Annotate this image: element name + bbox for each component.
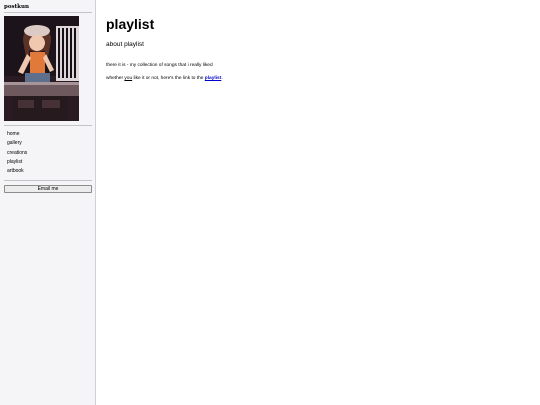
nav-item-artbook[interactable]: artbook [7, 167, 27, 176]
text-middle: like it or not, here's the link to the [132, 76, 205, 81]
nav-item-gallery[interactable]: gallery [7, 139, 27, 148]
avatar [4, 16, 79, 121]
page-subtitle: about playlist [106, 41, 144, 48]
nav-item-creations[interactable]: creations [7, 149, 27, 158]
nav-item-home[interactable]: home [7, 130, 27, 139]
page-title: playlist [106, 16, 155, 32]
sidebar-nav: home gallery creations playlist artbook [7, 130, 27, 176]
emphasis-you: you [124, 76, 133, 81]
divider [4, 125, 92, 126]
link-paragraph: whether you like it or not, here's the l… [106, 76, 223, 81]
site-title[interactable]: postkun [4, 4, 29, 10]
sidebar: postkun home gallery creations playlist … [0, 0, 96, 405]
nav-item-playlist[interactable]: playlist [7, 158, 27, 167]
text-after: . [221, 76, 223, 81]
divider [4, 12, 92, 13]
intro-text: there it is - my collection of songs tha… [106, 63, 213, 68]
email-button[interactable]: Email me [4, 185, 92, 193]
playlist-link[interactable]: playlist [205, 76, 222, 81]
text-before: whether [106, 76, 125, 81]
avatar-illustration [4, 16, 79, 121]
divider [4, 180, 92, 181]
